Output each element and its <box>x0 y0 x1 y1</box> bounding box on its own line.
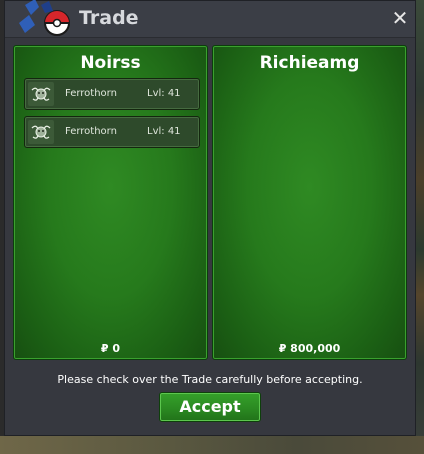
trader-name: Noirss <box>80 53 141 73</box>
trade-window: Trade ✕ Noirss Ferrothorn Lvl: 41 Ferrot… <box>4 0 416 436</box>
ferrothorn-icon <box>28 120 54 144</box>
title-bar[interactable]: Trade ✕ <box>5 0 415 38</box>
ferrothorn-icon <box>28 82 54 106</box>
trade-item[interactable]: Ferrothorn Lvl: 41 <box>24 78 200 110</box>
background-game-floor <box>0 436 424 454</box>
trade-item[interactable]: Ferrothorn Lvl: 41 <box>24 116 200 148</box>
item-level: Lvl: 41 <box>147 126 181 137</box>
item-name: Ferrothorn <box>65 126 117 137</box>
accept-button[interactable]: Accept <box>159 392 261 422</box>
item-level: Lvl: 41 <box>147 88 181 99</box>
item-name: Ferrothorn <box>65 88 117 99</box>
money-offer: ₽ 800,000 <box>278 342 341 355</box>
close-icon[interactable]: ✕ <box>389 7 411 29</box>
money-offer: ₽ 0 <box>100 342 121 355</box>
trade-notice: Please check over the Trade carefully be… <box>57 373 363 386</box>
background-game-scene <box>416 0 424 454</box>
trader-name: Richieamg <box>259 53 360 73</box>
trade-panel-self: Noirss Ferrothorn Lvl: 41 Ferrothorn Lvl… <box>13 45 208 360</box>
pokeball-logo-icon <box>19 0 70 36</box>
window-title: Trade <box>79 7 139 29</box>
trade-panel-partner: Richieamg ₽ 800,000 <box>212 45 407 360</box>
